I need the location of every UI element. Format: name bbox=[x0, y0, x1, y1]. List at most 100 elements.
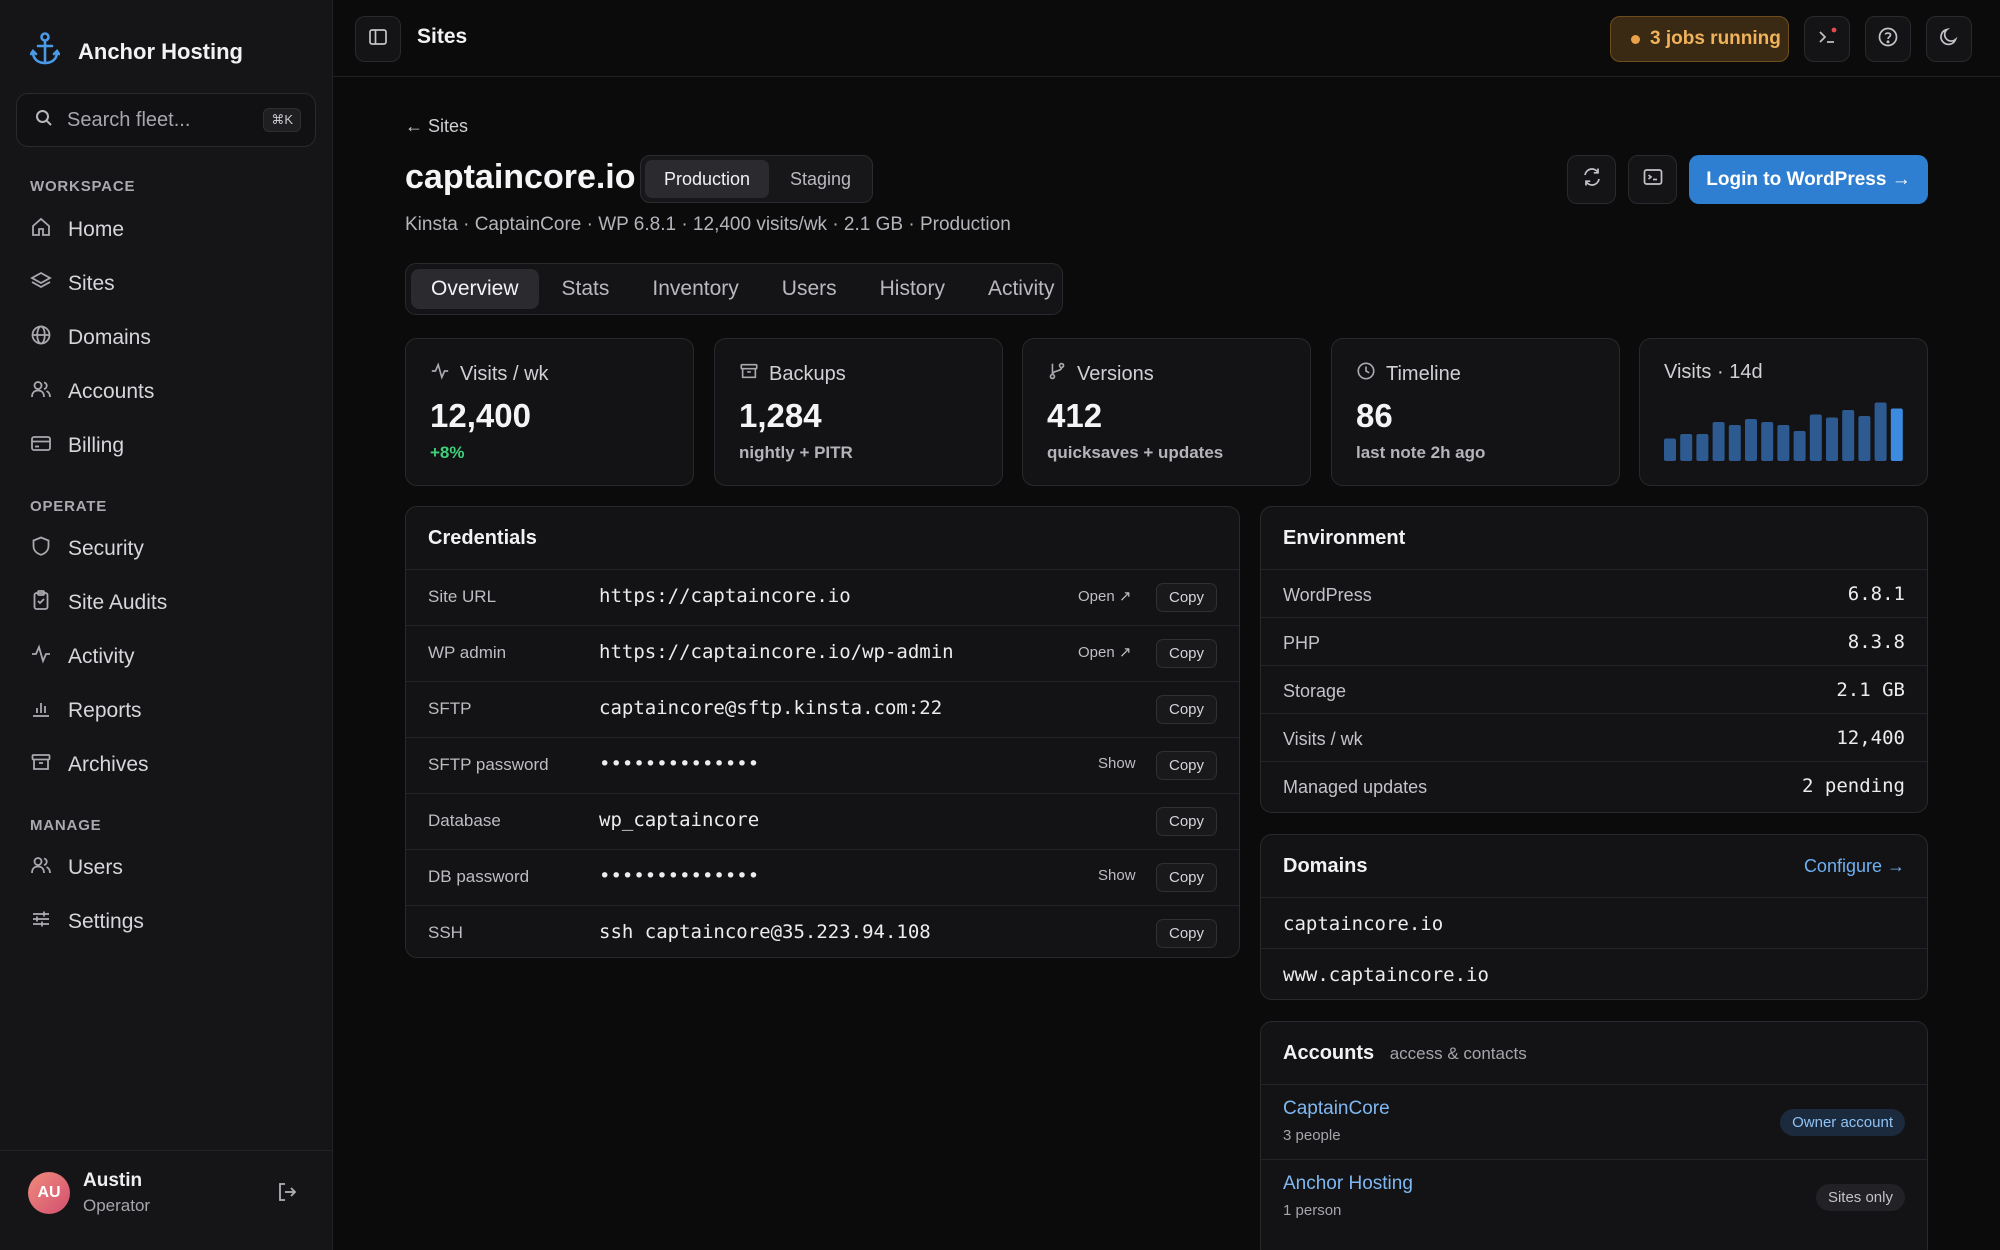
sidebar-item-site-audits[interactable]: Site Audits bbox=[16, 580, 316, 626]
open-link[interactable]: Open ↗ bbox=[1078, 643, 1131, 661]
credential-label: DB password bbox=[428, 867, 530, 886]
sidebar-item-archives[interactable]: Archives bbox=[16, 742, 316, 788]
credential-label: SFTP bbox=[428, 699, 472, 718]
credential-value[interactable]: ssh captaincore@35.223.94.108 bbox=[599, 921, 931, 943]
terminal-button[interactable] bbox=[1804, 16, 1850, 62]
credential-value[interactable]: wp_captaincore bbox=[599, 809, 759, 831]
env-key: Storage bbox=[1283, 681, 1347, 701]
sidebar-item-security[interactable]: Security bbox=[16, 526, 316, 572]
sync-button[interactable] bbox=[1567, 155, 1616, 204]
credential-value[interactable]: captaincore@sftp.kinsta.com:22 bbox=[599, 697, 942, 719]
section-label-workspace: WORKSPACE bbox=[30, 178, 136, 195]
copy-button[interactable]: Copy bbox=[1156, 919, 1217, 948]
domains-panel: Domains Configure → captaincore.io www.c… bbox=[1260, 834, 1928, 1000]
sidebar-item-users[interactable]: Users bbox=[16, 845, 316, 891]
copy-button[interactable]: Copy bbox=[1156, 695, 1217, 724]
sidebar-item-label: Domains bbox=[68, 326, 151, 349]
sidebar-item-label: Home bbox=[68, 218, 125, 241]
account-row[interactable]: CaptainCore 3 people Owner account bbox=[1261, 1084, 1927, 1159]
open-link[interactable]: Open ↗ bbox=[1078, 587, 1131, 605]
login-wordpress-button[interactable]: Login to WordPress → bbox=[1689, 155, 1928, 204]
tab-stats[interactable]: Stats bbox=[542, 269, 630, 309]
site-meta: Kinsta · CaptainCore · WP 6.8.1 · 12,400… bbox=[405, 214, 1011, 235]
credential-label: SFTP password bbox=[428, 755, 549, 774]
tab-activity[interactable]: Activity bbox=[968, 269, 1075, 309]
jobs-running-badge[interactable]: 3 jobs running bbox=[1610, 16, 1789, 62]
tab-overview[interactable]: Overview bbox=[411, 269, 539, 309]
domain-item[interactable]: www.captaincore.io bbox=[1261, 948, 1927, 999]
credential-row-sftp-password: SFTP password •••••••••••••• Show Copy bbox=[406, 737, 1239, 793]
stat-trend: +8% bbox=[430, 443, 465, 462]
show-password-link[interactable]: Show bbox=[1098, 755, 1136, 772]
stat-value: 86 bbox=[1356, 397, 1393, 434]
stat-card-visits-14d: Visits · 14d bbox=[1639, 338, 1928, 486]
search-input[interactable]: Search fleet... ⌘K bbox=[16, 93, 316, 147]
sidebar-item-home[interactable]: Home bbox=[16, 207, 316, 253]
account-name[interactable]: Anchor Hosting bbox=[1283, 1173, 1413, 1195]
copy-button[interactable]: Copy bbox=[1156, 863, 1217, 892]
configure-domains-link[interactable]: Configure → bbox=[1804, 856, 1905, 877]
globe-icon bbox=[30, 324, 52, 352]
account-badge: Sites only bbox=[1815, 1184, 1905, 1211]
domain-item[interactable]: captaincore.io bbox=[1261, 897, 1927, 948]
sidebar-item-billing[interactable]: Billing bbox=[16, 423, 316, 469]
tab-inventory[interactable]: Inventory bbox=[632, 269, 758, 309]
account-row[interactable]: Anchor Hosting 1 person Sites only bbox=[1261, 1159, 1927, 1234]
sidebar-item-settings[interactable]: Settings bbox=[16, 899, 316, 945]
stat-value: 412 bbox=[1047, 397, 1103, 434]
sidebar-item-sites[interactable]: Sites bbox=[16, 261, 316, 307]
bar-chart-icon bbox=[30, 697, 52, 725]
stat-label: Backups bbox=[769, 362, 846, 385]
moon-icon bbox=[1938, 26, 1960, 53]
sidebar-item-domains[interactable]: Domains bbox=[16, 315, 316, 361]
sidebar-item-label: Users bbox=[68, 856, 123, 879]
logout-icon[interactable] bbox=[276, 1181, 298, 1208]
topbar: Sites 3 jobs running bbox=[333, 0, 2000, 77]
account-name[interactable]: CaptainCore bbox=[1283, 1098, 1390, 1120]
stat-card-timeline: Timeline 86 last note 2h ago bbox=[1331, 338, 1620, 486]
account-people: 1 person bbox=[1283, 1202, 1342, 1219]
search-shortcut: ⌘K bbox=[263, 108, 301, 132]
user-role: Operator bbox=[83, 1196, 151, 1215]
chart-bar bbox=[1761, 422, 1774, 461]
chart-bar bbox=[1890, 408, 1903, 461]
credential-value[interactable]: •••••••••••••• bbox=[599, 865, 759, 887]
copy-button[interactable]: Copy bbox=[1156, 807, 1217, 836]
credential-value[interactable]: https://captaincore.io/wp-admin bbox=[599, 641, 954, 663]
pulse-icon bbox=[430, 361, 450, 387]
ssh-terminal-button[interactable] bbox=[1628, 155, 1677, 204]
avatar[interactable]: AU bbox=[28, 1172, 70, 1214]
domain-name: captaincore.io bbox=[1283, 913, 1444, 935]
credential-row-db-password: DB password •••••••••••••• Show Copy bbox=[406, 849, 1239, 905]
credential-value[interactable]: https://captaincore.io bbox=[599, 585, 851, 607]
credential-value[interactable]: •••••••••••••• bbox=[599, 753, 759, 775]
credential-row-database: Database wp_captaincore Copy bbox=[406, 793, 1239, 849]
sidebar-item-activity[interactable]: Activity bbox=[16, 634, 316, 680]
sidebar-item-accounts[interactable]: Accounts bbox=[16, 369, 316, 415]
copy-button[interactable]: Copy bbox=[1156, 751, 1217, 780]
copy-button[interactable]: Copy bbox=[1156, 583, 1217, 612]
tab-history[interactable]: History bbox=[860, 269, 965, 309]
stat-card-visits: Visits / wk 12,400 +8% bbox=[405, 338, 694, 486]
back-link[interactable]: ← Sites bbox=[405, 116, 468, 137]
users-icon bbox=[30, 378, 52, 406]
tab-users[interactable]: Users bbox=[762, 269, 857, 309]
show-password-link[interactable]: Show bbox=[1098, 867, 1136, 884]
env-value: 12,400 bbox=[1836, 727, 1905, 749]
env-value: 6.8.1 bbox=[1847, 583, 1905, 605]
sidebar-item-reports[interactable]: Reports bbox=[16, 688, 316, 734]
credential-label: Database bbox=[428, 811, 501, 830]
stat-sub: last note 2h ago bbox=[1356, 443, 1486, 462]
panel-title: Domains bbox=[1283, 855, 1368, 877]
stat-sub: quicksaves + updates bbox=[1047, 443, 1224, 462]
toggle-sidebar-button[interactable] bbox=[355, 16, 401, 62]
accounts-subtitle: access & contacts bbox=[1389, 1044, 1527, 1063]
copy-button[interactable]: Copy bbox=[1156, 639, 1217, 668]
brand[interactable]: Anchor Hosting bbox=[29, 32, 243, 71]
stat-label: Visits / wk bbox=[460, 362, 549, 385]
env-production-tab[interactable]: Production bbox=[645, 160, 769, 198]
help-button[interactable] bbox=[1865, 16, 1911, 62]
env-staging-tab[interactable]: Staging bbox=[773, 160, 868, 198]
theme-toggle-button[interactable] bbox=[1926, 16, 1972, 62]
sidebar-item-label: Security bbox=[68, 537, 144, 560]
